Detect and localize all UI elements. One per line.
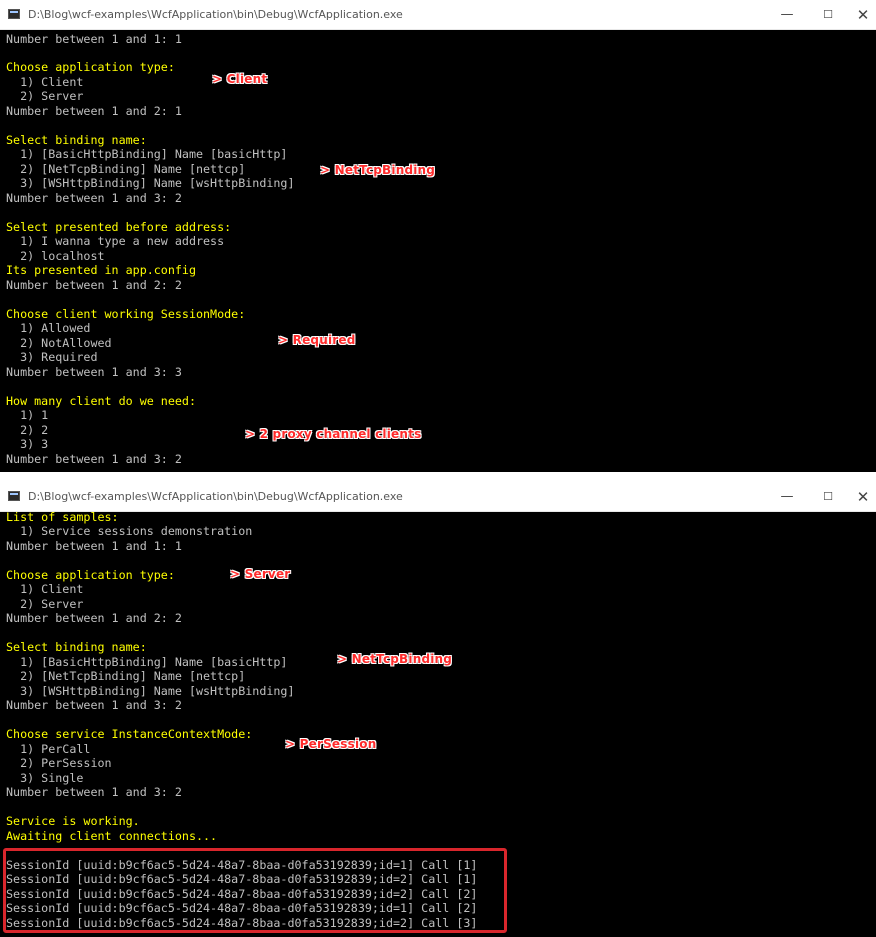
console-line: Number between 1 and 3: 2 bbox=[6, 698, 182, 712]
console-line: Number between 1 and 1: 1 bbox=[6, 539, 182, 553]
console-line: Choose client working SessionMode: bbox=[6, 307, 246, 321]
minimize-button[interactable]: — bbox=[769, 4, 805, 26]
console-line: 1) Client bbox=[6, 582, 84, 596]
console-line: 2) [NetTcpBinding] Name [nettcp] bbox=[6, 162, 246, 176]
console-line: Number between 1 and 3: 2 bbox=[6, 785, 182, 799]
console-line: Select presented before address: bbox=[6, 220, 232, 234]
console-line: 1) 1 bbox=[6, 408, 49, 422]
console-line: Number between 1 and 1: 1 bbox=[6, 32, 182, 46]
console-line: 1) [BasicHttpBinding] Name [basicHttp] bbox=[6, 147, 288, 161]
console-line: List of samples: bbox=[6, 512, 119, 524]
annotation-required: > Required bbox=[278, 333, 356, 347]
console-line: 2) PerSession bbox=[6, 756, 112, 770]
console-line: 1) PerCall bbox=[6, 742, 91, 756]
console-line: Choose application type: bbox=[6, 60, 175, 74]
console-line: 2) Server bbox=[6, 89, 84, 103]
close-button[interactable]: ✕ bbox=[845, 486, 876, 508]
console-line: Number between 1 and 2: 1 bbox=[6, 104, 182, 118]
console-line: Choose application type: bbox=[6, 568, 175, 582]
console-line: 3) [WSHttpBinding] Name [wsHttpBinding] bbox=[6, 684, 295, 698]
console-line: 3) Single bbox=[6, 771, 84, 785]
console-line: Number between 1 and 3: 3 bbox=[6, 365, 182, 379]
title-bar[interactable]: D:\Blog\wcf-examples\WcfApplication\bin\… bbox=[0, 0, 876, 30]
maximize-button[interactable]: ☐ bbox=[810, 4, 846, 26]
console-line: 1) Client bbox=[6, 75, 84, 89]
console-line: 1) Allowed bbox=[6, 321, 91, 335]
console-app-icon bbox=[8, 9, 20, 19]
title-bar[interactable]: D:\Blog\wcf-examples\WcfApplication\bin\… bbox=[0, 482, 876, 512]
session-log-highlight-box bbox=[3, 848, 507, 933]
console-line: 1) I wanna type a new address bbox=[6, 234, 225, 248]
console-line: 2) NotAllowed bbox=[6, 336, 112, 350]
annotation-persession: > PerSession bbox=[285, 737, 377, 751]
annotation-proxy-clients: > 2 proxy channel clients bbox=[245, 427, 422, 441]
console-window-client: D:\Blog\wcf-examples\WcfApplication\bin\… bbox=[0, 0, 876, 472]
console-app-icon bbox=[8, 491, 20, 501]
console-output[interactable]: Number between 1 and 1: 1 Choose applica… bbox=[0, 30, 876, 472]
console-line: 3) Required bbox=[6, 350, 98, 364]
minimize-button[interactable]: — bbox=[769, 486, 805, 508]
console-line: Select binding name: bbox=[6, 640, 147, 654]
annotation-server: > Server bbox=[230, 567, 291, 581]
console-line: Service is working. bbox=[6, 814, 140, 828]
console-line: 1) [BasicHttpBinding] Name [basicHttp] bbox=[6, 655, 288, 669]
console-line: Number between 1 and 2: 2 bbox=[6, 611, 182, 625]
console-line: 1) Service sessions demonstration bbox=[6, 524, 253, 538]
console-line: Its presented in app.config bbox=[6, 263, 196, 277]
console-line: Awaiting client connections... bbox=[6, 829, 218, 843]
annotation-nettcpbinding: > NetTcpBinding bbox=[337, 652, 453, 666]
console-line: 3) [WSHttpBinding] Name [wsHttpBinding] bbox=[6, 176, 295, 190]
console-line: 3) 3 bbox=[6, 437, 49, 451]
console-line: Number between 1 and 3: 2 bbox=[6, 452, 182, 466]
console-line: Number between 1 and 3: 2 bbox=[6, 191, 182, 205]
console-line: 2) 2 bbox=[6, 423, 49, 437]
console-line: 2) [NetTcpBinding] Name [nettcp] bbox=[6, 669, 246, 683]
annotation-nettcpbinding: > NetTcpBinding bbox=[320, 163, 436, 177]
close-button[interactable]: ✕ bbox=[845, 4, 876, 26]
console-line: Number between 1 and 2: 2 bbox=[6, 278, 182, 292]
console-line: 2) Server bbox=[6, 597, 84, 611]
console-line: Select binding name: bbox=[6, 133, 147, 147]
maximize-button[interactable]: ☐ bbox=[810, 486, 846, 508]
window-title: D:\Blog\wcf-examples\WcfApplication\bin\… bbox=[28, 8, 403, 21]
console-line: Choose service InstanceContextMode: bbox=[6, 727, 253, 741]
window-title: D:\Blog\wcf-examples\WcfApplication\bin\… bbox=[28, 490, 403, 503]
annotation-client: > Client bbox=[212, 72, 268, 86]
console-line: 2) localhost bbox=[6, 249, 105, 263]
console-line: How many client do we need: bbox=[6, 394, 196, 408]
